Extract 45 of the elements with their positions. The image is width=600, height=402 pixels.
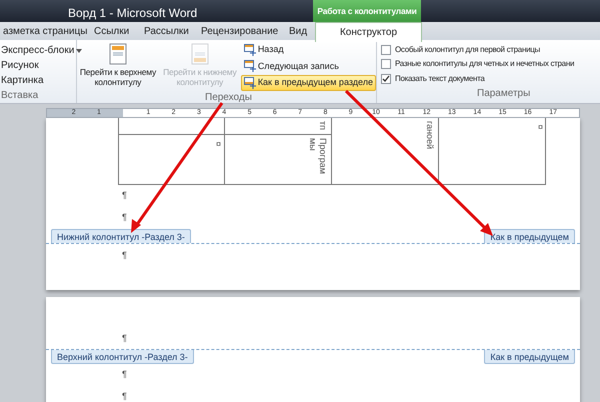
paragraph-mark: ¶	[122, 368, 128, 381]
ribbon-tab[interactable]: Конструктор	[315, 22, 422, 42]
footer-label: Нижний колонтитул -Раздел 3-	[51, 229, 191, 243]
ribbon-tab[interactable]: Рассылки	[141, 22, 192, 40]
header-label: Верхний колонтитул -Раздел 3-	[51, 350, 194, 364]
header-link-icon	[244, 76, 256, 89]
link-to-previous-label: Как в предыдущем	[484, 229, 575, 243]
checkbox-label: Разные колонтитулы для четных и нечетных страни	[395, 58, 574, 70]
ribbon-button[interactable]: Рисунок	[1, 58, 39, 73]
ribbon-tab[interactable]: Рецензирование	[198, 22, 282, 40]
page-icon	[108, 43, 128, 65]
context-tab-group: Работа с колонтитулами	[313, 0, 421, 22]
group-label: Вставка	[1, 89, 40, 103]
window-title: Ворд 1 - Microsoft Word	[68, 5, 198, 22]
checkbox-label: Показать текст документа	[395, 72, 485, 85]
table-cell-text: тп	[318, 121, 328, 132]
table-cell-text: ¤	[216, 138, 221, 151]
paragraph-mark: ¶	[122, 249, 128, 262]
link-to-previous-label: Как в предыдущем	[484, 350, 575, 364]
ribbon-button[interactable]: Как в предыдущем разделе	[240, 75, 376, 90]
checkbox[interactable]	[381, 45, 391, 56]
table-cell-text: ганоей	[425, 121, 435, 152]
checkbox[interactable]	[381, 74, 391, 84]
dropdown-caret-icon	[76, 48, 82, 52]
ribbon-button[interactable]: Следующая запись	[240, 58, 376, 74]
paragraph-mark: ¶	[122, 189, 128, 202]
table-cell-text: Програм мы	[308, 138, 328, 176]
ribbon-tab[interactable]: Вид	[286, 22, 310, 40]
paragraph-mark: ¶	[122, 390, 128, 402]
table-cell-text: ¤	[538, 121, 543, 134]
paragraph-mark: ¶	[122, 211, 128, 224]
header-link-icon	[244, 60, 256, 72]
checkbox-label: Особый колонтитул для первой страницы	[395, 44, 540, 56]
ribbon-button[interactable]: Перейти к верхнему колонтитулу	[77, 40, 159, 88]
group-label: Параметры	[477, 87, 532, 101]
ribbon-tab[interactable]: Ссылки	[91, 22, 132, 40]
ribbon-tab[interactable]: азметка страницы	[0, 22, 90, 40]
ribbon-button[interactable]: Назад	[240, 42, 376, 58]
group-label: Переходы	[205, 91, 253, 105]
page-icon	[190, 43, 210, 65]
paragraph-mark: ¶	[122, 332, 128, 345]
checkbox[interactable]	[381, 59, 391, 70]
ribbon-button[interactable]: Картинка	[1, 73, 44, 88]
header-link-icon	[244, 44, 256, 56]
ribbon-button[interactable]: Экспресс-блоки	[1, 43, 74, 58]
